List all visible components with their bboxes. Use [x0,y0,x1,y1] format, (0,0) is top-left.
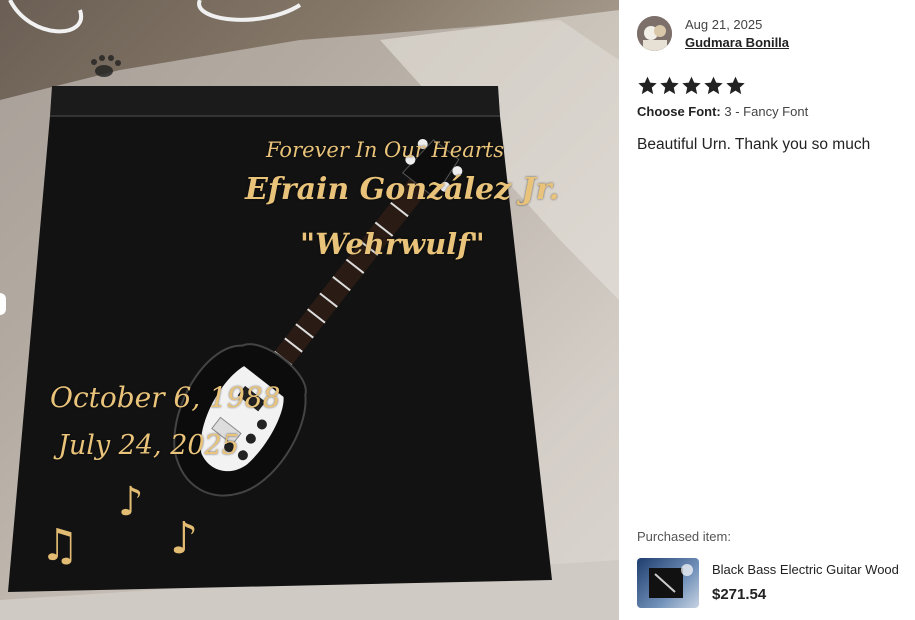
inscription-name: Efrain González Jr. [245,172,560,207]
review-panel: Aug 21, 2025 Gudmara Bonilla Choose Font… [619,0,915,620]
variation-label: Choose Font: [637,104,721,119]
star-rating [637,75,746,96]
review-date: Aug 21, 2025 [685,17,763,32]
reviewer-name-link[interactable]: Gudmara Bonilla [685,35,789,50]
review-photo[interactable]: Forever In Our Hearts Efrain González Jr… [0,0,619,620]
purchased-item-price: $271.54 [712,586,767,603]
variation-value: 3 - Fancy Font [724,104,809,119]
purchased-item-thumbnail[interactable] [637,558,699,608]
star-icon [726,76,745,95]
purchased-item-label: Purchased item: [637,529,731,544]
star-icon [682,76,701,95]
star-icon [704,76,723,95]
music-notes-icon: ♫ [40,520,80,571]
star-icon [638,76,657,95]
photo-background [0,0,619,620]
avatar[interactable] [637,16,672,51]
avatar-photo-icon [637,16,672,51]
previous-photo-button[interactable] [0,293,6,315]
review-text: Beautiful Urn. Thank you so much [637,136,871,153]
inscription-forever: Forever In Our Hearts [266,138,505,162]
music-note-icon: ♪ [118,479,144,525]
star-icon [660,76,679,95]
inscription-birth-date: October 6, 1988 [50,381,281,414]
music-note-icon: ♪ [170,513,199,564]
variation-info: Choose Font: 3 - Fancy Font [637,104,808,119]
inscription-death-date: July 24, 2025 [58,430,239,461]
purchased-item-title-link[interactable]: Black Bass Electric Guitar Wood [712,562,899,577]
inscription-nickname: "Wehrwulf" [300,227,485,261]
thumbnail-image [649,564,693,598]
